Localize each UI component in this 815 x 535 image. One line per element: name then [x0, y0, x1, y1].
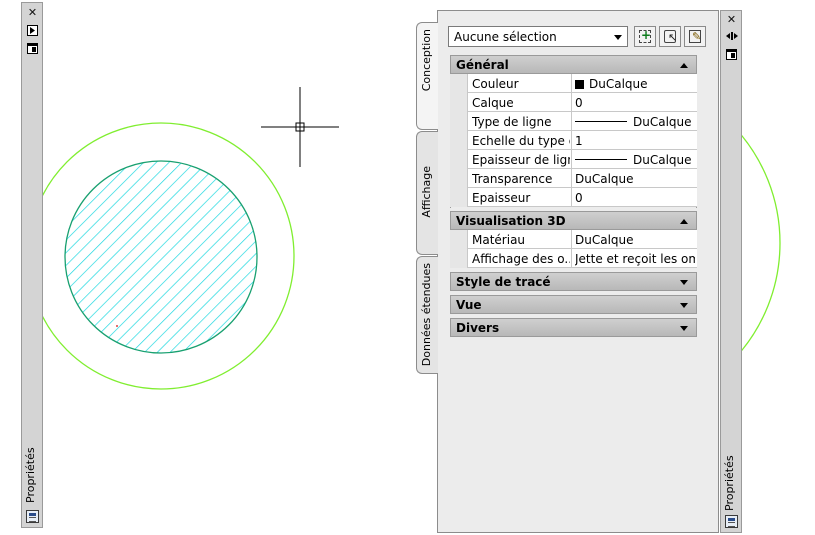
close-icon[interactable]: ✕ — [725, 14, 738, 26]
palette-icon[interactable] — [725, 515, 738, 528]
collapse-icon — [680, 63, 688, 68]
group-vis3d-header[interactable]: Visualisation 3D — [450, 211, 697, 230]
prop-row-epaisseur-de-ligne[interactable]: Epaisseur de ligne DuCalque — [450, 150, 697, 169]
expand-icon — [680, 280, 688, 285]
prop-row-materiau[interactable]: Matériau DuCalque — [450, 230, 697, 249]
group-style-de-trace-header[interactable]: Style de tracé — [450, 272, 697, 291]
strip-label[interactable]: Propriétés — [723, 451, 741, 511]
quick-select-button[interactable] — [684, 26, 706, 47]
strip-label[interactable]: Propriétés — [24, 443, 42, 503]
small-mark — [116, 325, 118, 327]
pickadd-icon — [639, 28, 651, 43]
right-properties-strip: ✕ Propriétés — [720, 10, 742, 533]
prop-row-echelle[interactable]: Echelle du type d... 1 — [450, 131, 697, 150]
toggle-pickadd-button[interactable] — [634, 26, 656, 47]
group-divers-header[interactable]: Divers — [450, 318, 697, 337]
hatched-circle[interactable] — [64, 160, 258, 354]
tab-affichage[interactable]: Affichage — [416, 131, 438, 255]
prop-row-type-de-ligne[interactable]: Type de ligne DuCalque — [450, 112, 697, 131]
collapse-icon — [680, 219, 688, 224]
linetype-sample — [575, 121, 627, 122]
auto-hide-icon[interactable] — [725, 31, 738, 43]
tab-donnees-etendues[interactable]: Données étendues — [416, 256, 438, 374]
crosshair-cursor — [261, 87, 339, 167]
group-general-header[interactable]: Général — [450, 55, 697, 74]
group-vue-header[interactable]: Vue — [450, 295, 697, 314]
properties-menu-icon[interactable] — [725, 49, 738, 61]
close-icon[interactable]: ✕ — [26, 7, 39, 19]
quick-select-icon — [689, 30, 701, 43]
prop-row-transparence[interactable]: Transparence DuCalque — [450, 169, 697, 188]
prop-row-epaisseur[interactable]: Epaisseur 0 — [450, 188, 697, 207]
selection-dropdown-value: Aucune sélection — [454, 30, 557, 44]
lineweight-sample — [575, 159, 627, 160]
expand-icon — [680, 326, 688, 331]
selection-dropdown[interactable]: Aucune sélection — [448, 26, 628, 47]
expand-icon[interactable] — [26, 25, 39, 37]
prop-row-affichage-ombres[interactable]: Affichage des o... Jette et reçoit les o… — [450, 249, 697, 268]
palette-icon[interactable] — [26, 510, 39, 523]
color-swatch — [575, 80, 584, 89]
left-properties-strip: ✕ Propriétés — [21, 2, 43, 528]
properties-menu-icon[interactable] — [26, 43, 39, 55]
expand-icon — [680, 303, 688, 308]
prop-row-couleur[interactable]: Couleur DuCalque — [450, 74, 697, 93]
tab-conception[interactable]: Conception — [416, 22, 438, 130]
chevron-down-icon — [614, 35, 622, 40]
select-objects-button[interactable] — [659, 26, 681, 47]
select-objects-icon — [664, 30, 677, 44]
prop-row-calque[interactable]: Calque 0 — [450, 93, 697, 112]
